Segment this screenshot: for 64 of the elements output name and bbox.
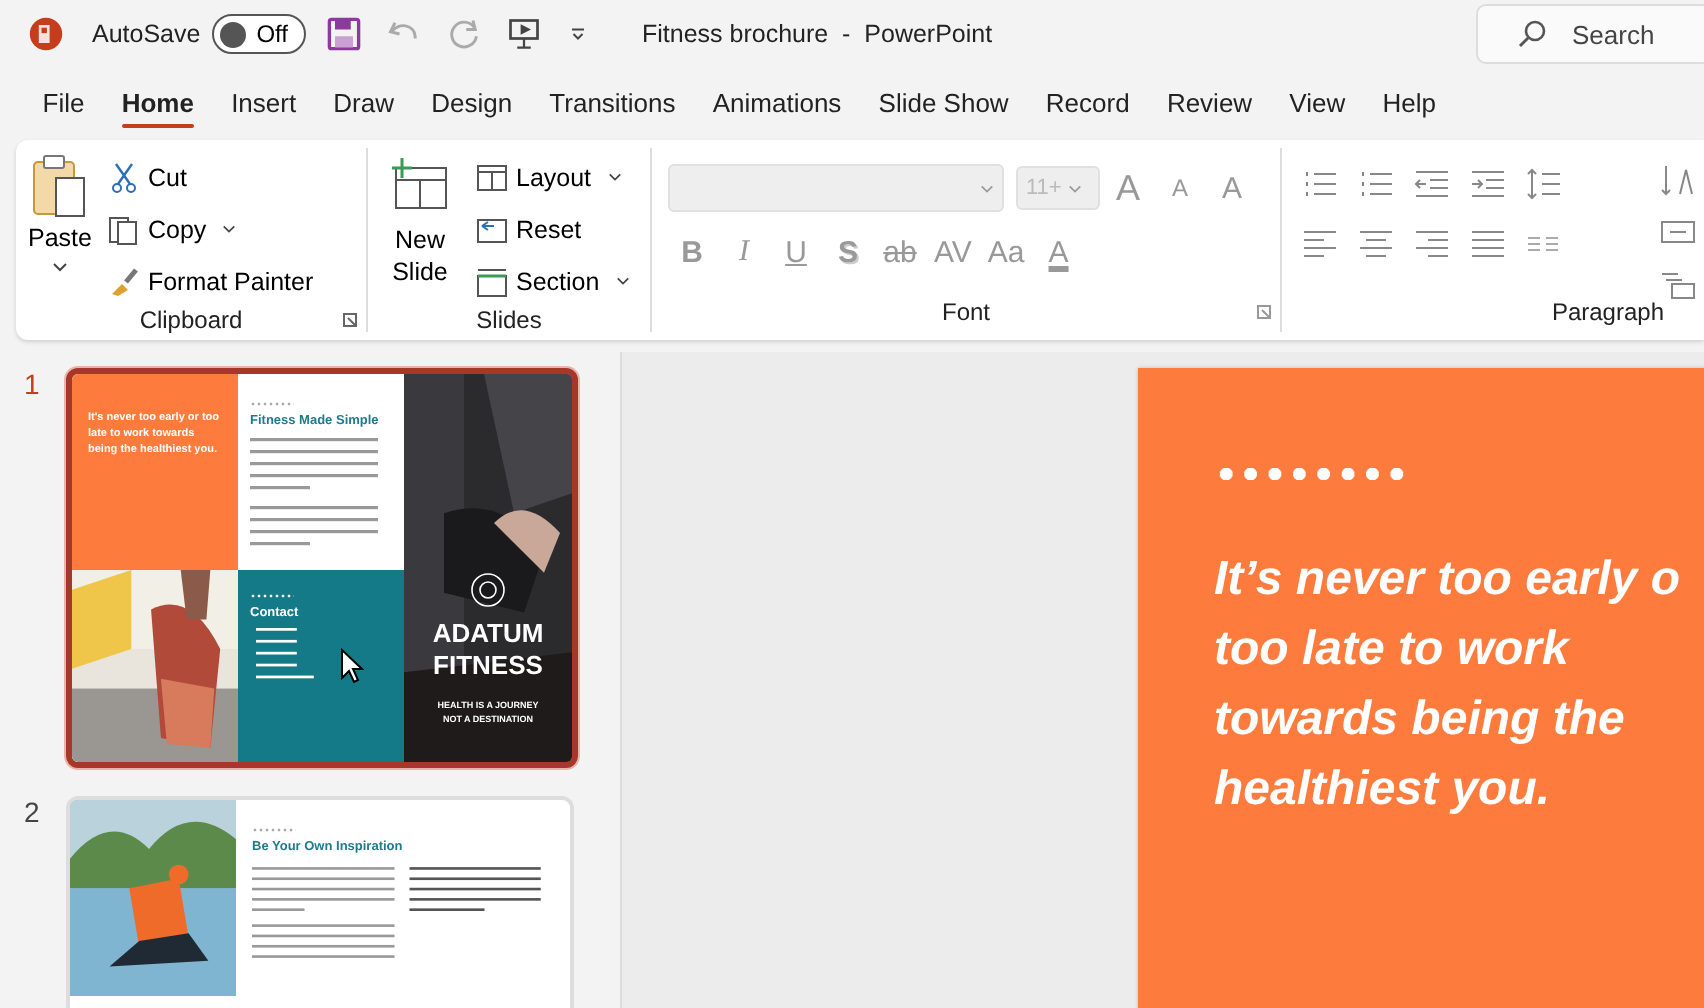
ribbon-tab[interactable]: Record: [1027, 79, 1149, 129]
dialog-launcher-icon[interactable]: [342, 312, 358, 328]
ribbon-tab[interactable]: Animations: [694, 79, 860, 129]
cut-button[interactable]: Cut: [103, 152, 318, 202]
new-slide-button[interactable]: New Slide: [368, 148, 472, 306]
autosave-label: AutoSave: [92, 20, 201, 48]
group-label: Slides: [476, 306, 542, 334]
caret-icon: [51, 262, 68, 272]
slide-quote: It’s never too early o too late to work towards being the healthiest you.: [1214, 550, 1682, 820]
powerpoint-logo-icon: [28, 16, 64, 52]
align-right-icon[interactable]: [1414, 228, 1450, 260]
reset-button[interactable]: Reset: [472, 204, 634, 254]
ribbon-tab[interactable]: Slide Show: [859, 79, 1028, 129]
format-painter-button[interactable]: Format Painter: [103, 256, 318, 306]
group-label: Clipboard: [139, 306, 243, 334]
ribbon-tab[interactable]: Transitions: [530, 79, 695, 129]
clipboard-icon: [29, 152, 90, 220]
group-label: Paragraph: [1551, 298, 1664, 326]
ribbon-tab[interactable]: Design: [412, 79, 531, 129]
brand-title: ADATUM FITNESS: [430, 618, 546, 682]
layout-button[interactable]: Layout: [472, 152, 634, 202]
search-field[interactable]: Search: [1476, 4, 1704, 64]
align-text-icon[interactable]: [1660, 216, 1696, 248]
align-left-icon[interactable]: [1302, 228, 1338, 260]
present-icon[interactable]: [506, 16, 543, 52]
paintbrush-icon: [107, 265, 140, 297]
caret-icon: [222, 224, 237, 234]
mouse-pointer-icon: [340, 648, 364, 684]
ribbon-tab[interactable]: View: [1270, 79, 1364, 129]
redo-icon[interactable]: [446, 16, 483, 52]
ribbon-tab[interactable]: Review: [1148, 79, 1271, 129]
autosave-toggle[interactable]: Off: [212, 14, 307, 54]
smartart-icon[interactable]: [1660, 268, 1696, 300]
window-title: Fitness brochure - PowerPoint: [642, 20, 993, 48]
caret-icon: [607, 172, 622, 182]
slide-number: 2: [22, 796, 42, 828]
line-spacing-icon[interactable]: [1526, 168, 1562, 200]
copy-button[interactable]: Copy: [103, 204, 318, 254]
slide-number: 1: [22, 368, 42, 400]
align-center-icon[interactable]: [1358, 228, 1394, 260]
section-icon: [476, 265, 508, 297]
ribbon-tab[interactable]: File: [24, 79, 104, 129]
section-button[interactable]: Section: [472, 256, 634, 306]
scissors-icon: [107, 161, 140, 193]
caret-icon: [980, 183, 994, 193]
numbering-icon[interactable]: [1358, 168, 1394, 200]
reset-icon: [476, 213, 508, 245]
ribbon-tab[interactable]: Help: [1363, 79, 1455, 129]
justify-icon[interactable]: [1470, 228, 1506, 260]
paste-button[interactable]: Paste: [16, 148, 104, 306]
copy-icon: [107, 213, 140, 245]
ribbon-tab[interactable]: Insert: [212, 79, 315, 129]
ribbon-tab[interactable]: Home: [103, 79, 213, 129]
layout-icon: [476, 161, 508, 193]
save-icon[interactable]: [326, 16, 363, 52]
ribbon-tab[interactable]: Draw: [314, 79, 413, 129]
lotus-logo-icon: [468, 570, 508, 610]
bullets-icon[interactable]: [1302, 168, 1338, 200]
decrease-indent-icon[interactable]: [1414, 168, 1450, 200]
caret-icon: [615, 276, 630, 286]
caret-icon: [1068, 183, 1082, 193]
text-direction-icon[interactable]: [1660, 164, 1696, 196]
group-label: Font: [941, 298, 990, 326]
increase-indent-icon[interactable]: [1470, 168, 1506, 200]
